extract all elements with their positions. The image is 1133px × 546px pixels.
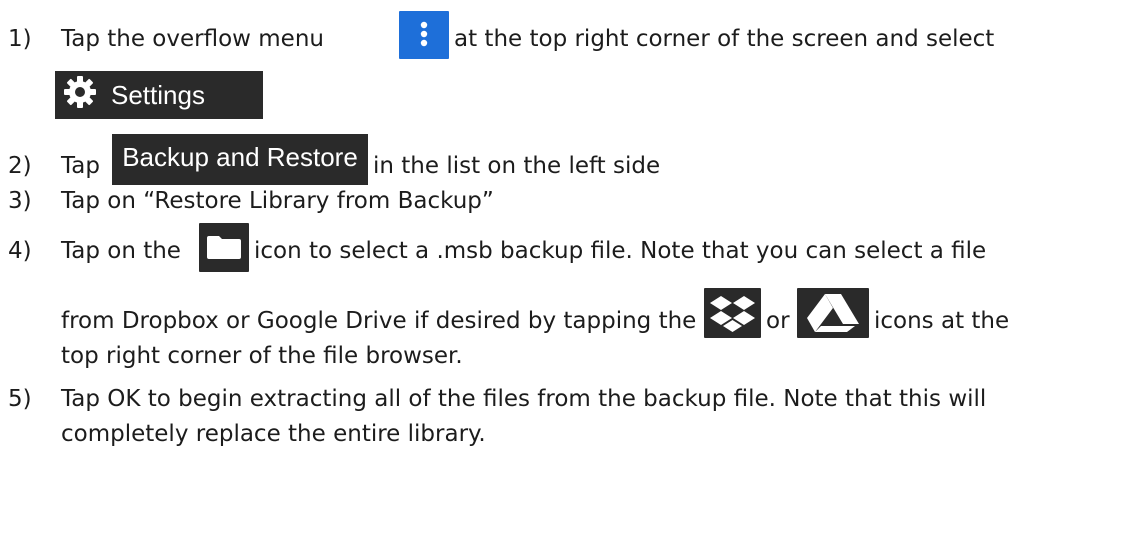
step-text: icon to select a .msb backup file. Note … [254,238,987,264]
step-text: or [766,308,790,334]
step-text: Tap [61,153,100,179]
step-text: Tap on “Restore Library from Backup” [61,188,494,214]
gear-icon [63,75,97,116]
settings-menu-item: Settings [55,71,263,119]
step-text: icons at the [874,308,1010,334]
step-number: 5) [8,386,32,412]
step-text: completely replace the entire library. [61,421,486,447]
step-text: Tap on the [61,238,181,264]
backup-label: Backup and Restore [122,142,358,172]
step-text: Tap the overflow menu [61,26,324,52]
step-number: 3) [8,188,32,214]
step-text: in the list on the left side [373,153,661,179]
dropbox-icon [704,288,761,338]
step-number: 4) [8,238,32,264]
step-text: top right corner of the file browser. [61,343,463,369]
step-text: Tap OK to begin extracting all of the fi… [61,386,987,412]
overflow-menu-icon [399,11,449,59]
google-drive-icon [797,288,869,338]
backup-and-restore-item: Backup and Restore [112,134,368,185]
folder-icon [199,223,249,272]
step-number: 1) [8,26,32,52]
settings-label: Settings [111,79,205,110]
step-text: from Dropbox or Google Drive if desired … [61,308,697,334]
step-number: 2) [8,153,32,179]
step-text: at the top right corner of the screen an… [454,26,995,52]
